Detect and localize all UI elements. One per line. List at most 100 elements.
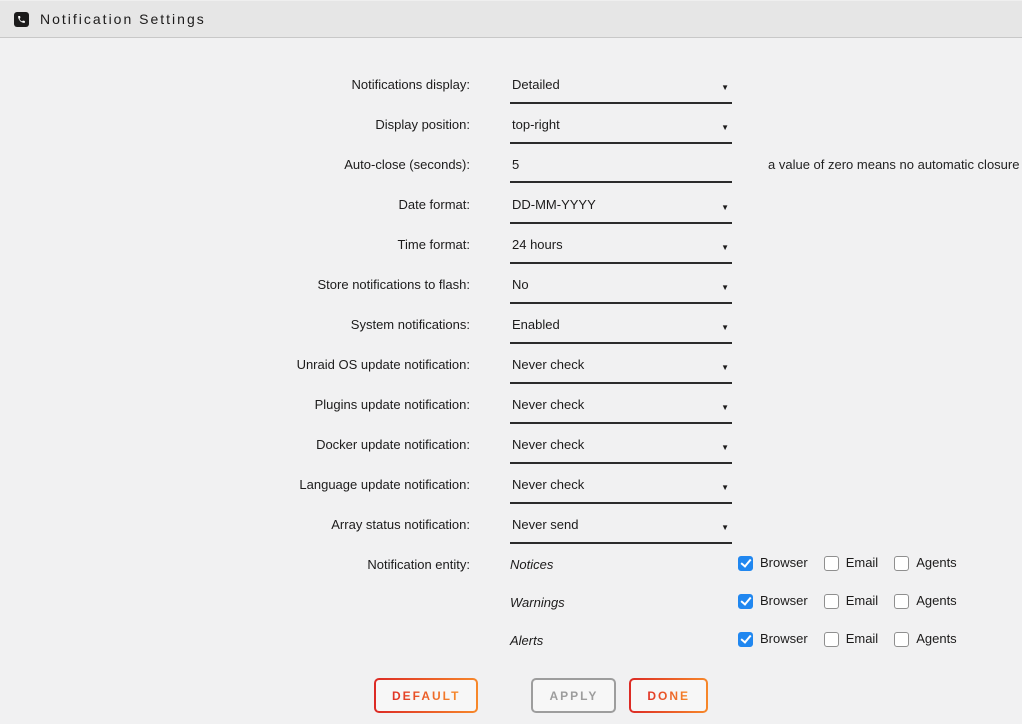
chevron-down-icon: ▼ xyxy=(721,280,729,296)
checkbox-label: Email xyxy=(846,593,879,609)
checkbox-label: Browser xyxy=(760,593,808,609)
checkbox-box[interactable] xyxy=(824,594,839,609)
checkbox-box[interactable] xyxy=(738,632,753,647)
chevron-down-icon: ▼ xyxy=(721,120,729,136)
select-value: Enabled xyxy=(512,317,560,332)
chevron-down-icon: ▼ xyxy=(721,240,729,256)
unraid-os-update-notification-select[interactable]: Never check ▼ xyxy=(510,356,732,384)
select-value: Detailed xyxy=(512,77,560,92)
select-value: top-right xyxy=(512,117,560,132)
done-button[interactable]: DONE xyxy=(629,678,708,713)
notices-browser-checkbox[interactable]: Browser xyxy=(738,555,808,571)
notifications-icon xyxy=(14,12,29,27)
system-notifications-select[interactable]: Enabled ▼ xyxy=(510,316,732,344)
notification-settings-form: Notifications display: Detailed ▼ Displa… xyxy=(0,38,1022,713)
chevron-down-icon: ▼ xyxy=(721,320,729,336)
form-row: Date format: DD-MM-YYYY ▼ xyxy=(0,196,1022,236)
checkbox-box[interactable] xyxy=(738,556,753,571)
warnings-agents-checkbox[interactable]: Agents xyxy=(894,593,956,609)
entity-name: Notices xyxy=(510,556,738,573)
docker-update-notification-select[interactable]: Never check ▼ xyxy=(510,436,732,464)
form-row: Plugins update notification: Never check… xyxy=(0,396,1022,436)
field-label: Time format: xyxy=(0,236,470,253)
apply-button[interactable]: APPLY xyxy=(531,678,616,713)
checkbox-box[interactable] xyxy=(894,556,909,571)
checkbox-box[interactable] xyxy=(738,594,753,609)
entity-row-warnings: Warnings Browser Email Agents xyxy=(0,594,1022,632)
field-label: Docker update notification: xyxy=(0,436,470,453)
display-position-select[interactable]: top-right ▼ xyxy=(510,116,732,144)
checkbox-label: Email xyxy=(846,631,879,647)
form-row: Unraid OS update notification: Never che… xyxy=(0,356,1022,396)
field-label: Plugins update notification: xyxy=(0,396,470,413)
field-label: Notifications display: xyxy=(0,76,470,93)
button-row: DEFAULT APPLY DONE xyxy=(0,678,1022,713)
field-label: Display position: xyxy=(0,116,470,133)
title-bar: Notification Settings xyxy=(0,0,1022,38)
chevron-down-icon: ▼ xyxy=(721,520,729,536)
entity-row-notices: Notification entity: Notices Browser Ema… xyxy=(0,556,1022,594)
chevron-down-icon: ▼ xyxy=(721,360,729,376)
time-format-select[interactable]: 24 hours ▼ xyxy=(510,236,732,264)
checkbox-box[interactable] xyxy=(824,556,839,571)
chevron-down-icon: ▼ xyxy=(721,400,729,416)
chevron-down-icon: ▼ xyxy=(721,480,729,496)
select-value: DD-MM-YYYY xyxy=(512,197,596,212)
select-value: Never check xyxy=(512,437,584,452)
checkbox-label: Email xyxy=(846,555,879,571)
select-value: 24 hours xyxy=(512,237,563,252)
notifications-display-select[interactable]: Detailed ▼ xyxy=(510,76,732,104)
form-row: Time format: 24 hours ▼ xyxy=(0,236,1022,276)
checkbox-box[interactable] xyxy=(894,594,909,609)
select-value: No xyxy=(512,277,529,292)
checkbox-box[interactable] xyxy=(894,632,909,647)
form-row: Store notifications to flash: No ▼ xyxy=(0,276,1022,316)
form-row: Array status notification: Never send ▼ xyxy=(0,516,1022,556)
field-label: Language update notification: xyxy=(0,476,470,493)
form-row: Docker update notification: Never check … xyxy=(0,436,1022,476)
checkbox-label: Browser xyxy=(760,555,808,571)
auto-close-input[interactable] xyxy=(510,156,732,183)
alerts-browser-checkbox[interactable]: Browser xyxy=(738,631,808,647)
notices-agents-checkbox[interactable]: Agents xyxy=(894,555,956,571)
field-label: System notifications: xyxy=(0,316,470,333)
select-value: Never check xyxy=(512,357,584,372)
default-button[interactable]: DEFAULT xyxy=(374,678,478,713)
plugins-update-notification-select[interactable]: Never check ▼ xyxy=(510,396,732,424)
entity-name: Alerts xyxy=(510,632,738,649)
field-label: Auto-close (seconds): xyxy=(0,156,470,173)
checkbox-label: Browser xyxy=(760,631,808,647)
form-row: Auto-close (seconds): a value of zero me… xyxy=(0,156,1022,196)
field-label: Notification entity: xyxy=(0,556,470,573)
language-update-notification-select[interactable]: Never check ▼ xyxy=(510,476,732,504)
select-value: Never check xyxy=(512,477,584,492)
chevron-down-icon: ▼ xyxy=(721,200,729,216)
notices-email-checkbox[interactable]: Email xyxy=(824,555,879,571)
date-format-select[interactable]: DD-MM-YYYY ▼ xyxy=(510,196,732,224)
entity-name: Warnings xyxy=(510,594,738,611)
field-note: a value of zero means no automatic closu… xyxy=(768,156,1019,173)
warnings-browser-checkbox[interactable]: Browser xyxy=(738,593,808,609)
alerts-email-checkbox[interactable]: Email xyxy=(824,631,879,647)
form-row: System notifications: Enabled ▼ xyxy=(0,316,1022,356)
field-label: Store notifications to flash: xyxy=(0,276,470,293)
chevron-down-icon: ▼ xyxy=(721,80,729,96)
chevron-down-icon: ▼ xyxy=(721,440,729,456)
checkbox-box[interactable] xyxy=(824,632,839,647)
field-label: Date format: xyxy=(0,196,470,213)
alerts-agents-checkbox[interactable]: Agents xyxy=(894,631,956,647)
select-value: Never check xyxy=(512,397,584,412)
checkbox-label: Agents xyxy=(916,555,956,571)
checkbox-label: Agents xyxy=(916,593,956,609)
form-row: Display position: top-right ▼ xyxy=(0,116,1022,156)
entity-row-alerts: Alerts Browser Email Agents xyxy=(0,632,1022,670)
page-title: Notification Settings xyxy=(40,11,206,27)
form-row: Language update notification: Never chec… xyxy=(0,476,1022,516)
field-label: Unraid OS update notification: xyxy=(0,356,470,373)
array-status-notification-select[interactable]: Never send ▼ xyxy=(510,516,732,544)
warnings-email-checkbox[interactable]: Email xyxy=(824,593,879,609)
store-notifications-to-flash-select[interactable]: No ▼ xyxy=(510,276,732,304)
select-value: Never send xyxy=(512,517,578,532)
checkbox-label: Agents xyxy=(916,631,956,647)
field-label: Array status notification: xyxy=(0,516,470,533)
